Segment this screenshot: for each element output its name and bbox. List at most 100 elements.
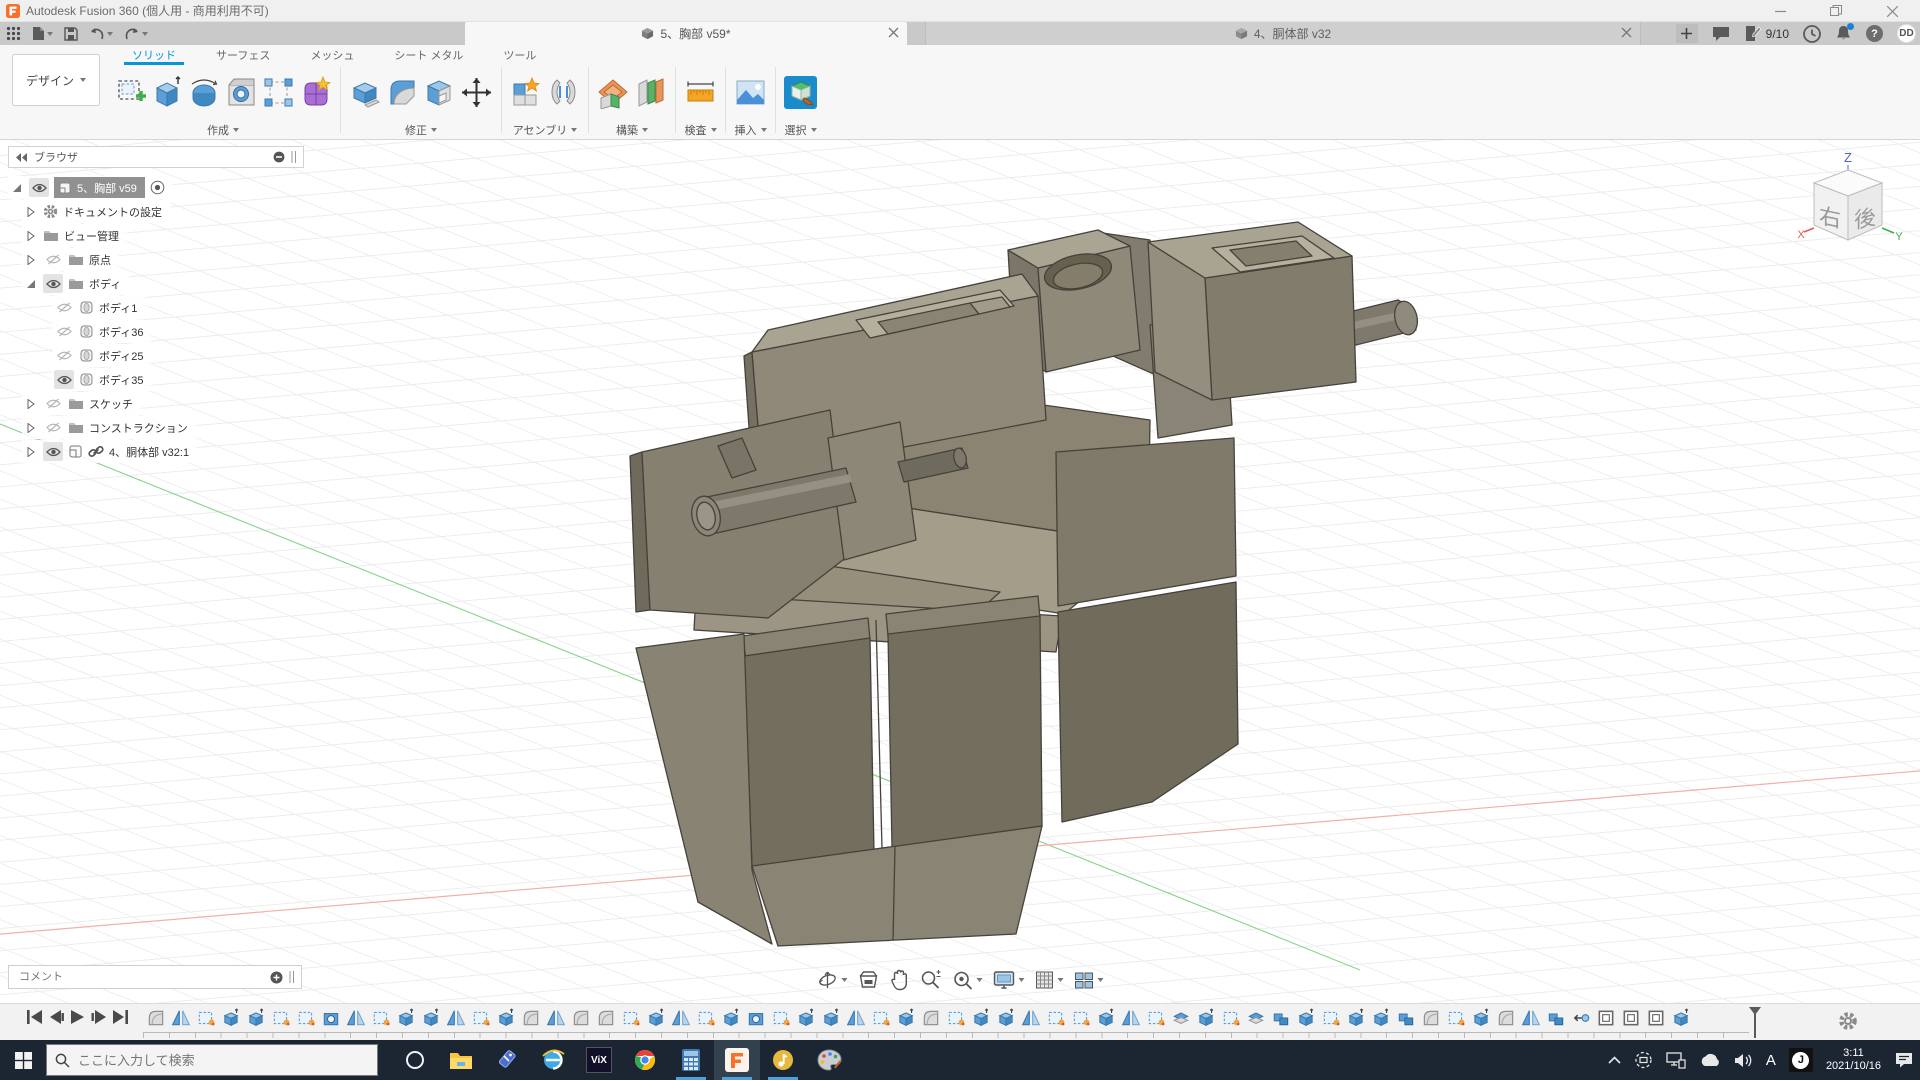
fillet-icon[interactable]: [386, 76, 419, 109]
timeline-feature-sketch[interactable]: [1218, 1007, 1243, 1029]
new-component-icon[interactable]: [510, 76, 543, 109]
create-form-icon[interactable]: [299, 76, 332, 109]
group-label-inspect[interactable]: 検査: [685, 121, 717, 139]
timeline-feature-extrude[interactable]: [243, 1007, 268, 1029]
timeline-feature-mirror[interactable]: [1018, 1007, 1043, 1029]
timeline-feature-sketch[interactable]: [943, 1007, 968, 1029]
visibility-eye-icon[interactable]: [54, 370, 74, 389]
timeline-feature-fillet[interactable]: [918, 1007, 943, 1029]
timeline-feature-extrude[interactable]: [418, 1007, 443, 1029]
taskbar-music-app-button[interactable]: [760, 1040, 806, 1080]
timeline-ruler[interactable]: [143, 1032, 1749, 1038]
visibility-eye-icon[interactable]: [29, 178, 49, 197]
taskbar-tag-app-button[interactable]: [484, 1040, 530, 1080]
comments-icon[interactable]: [1712, 26, 1730, 42]
taskbar-ie-button[interactable]: [530, 1040, 576, 1080]
timeline-feature-extrude[interactable]: [1293, 1007, 1318, 1029]
visibility-eye-icon[interactable]: [43, 442, 63, 461]
model-body[interactable]: [630, 222, 1421, 946]
timeline-feature-sketch[interactable]: [1318, 1007, 1343, 1029]
search-input[interactable]: [78, 1053, 369, 1068]
timeline-feature-shell[interactable]: [1243, 1007, 1268, 1029]
timeline-feature-sketch[interactable]: [368, 1007, 393, 1029]
orbit-tool[interactable]: [817, 969, 848, 991]
redo-button[interactable]: [124, 27, 148, 41]
fit-tool[interactable]: [952, 969, 983, 991]
look-at-tool[interactable]: [858, 970, 880, 990]
timeline-feature-mirror[interactable]: [543, 1007, 568, 1029]
group-label-create[interactable]: 作成: [207, 121, 239, 139]
taskbar-cortana-button[interactable]: [392, 1040, 438, 1080]
add-comment-icon[interactable]: [270, 971, 283, 984]
display-settings[interactable]: [993, 970, 1025, 990]
timeline-feature-sketch[interactable]: [468, 1007, 493, 1029]
timeline-feature-extrude[interactable]: [893, 1007, 918, 1029]
timeline-feature-sketch[interactable]: [268, 1007, 293, 1029]
timeline-step-forward-button[interactable]: [91, 1009, 106, 1025]
timeline-feature-mirror[interactable]: [168, 1007, 193, 1029]
timeline-feature-extrude[interactable]: [393, 1007, 418, 1029]
timeline-feature-mirror[interactable]: [843, 1007, 868, 1029]
timeline-feature-sketch[interactable]: [868, 1007, 893, 1029]
tree-row-named-views[interactable]: ビュー管理: [22, 224, 127, 247]
viewcube[interactable]: Z 右 後 X Y: [1796, 146, 1906, 261]
timeline-feature-sketch[interactable]: [193, 1007, 218, 1029]
tab-document-inactive[interactable]: 4、胴体部 v32: [925, 22, 1641, 45]
expanded-triangle-icon[interactable]: [12, 183, 22, 193]
timeline-feature-extrude[interactable]: [818, 1007, 843, 1029]
expanded-triangle-icon[interactable]: [26, 279, 36, 289]
tree-row-construction[interactable]: コンストラクション: [22, 416, 196, 439]
taskbar-fusion360-button[interactable]: [714, 1040, 760, 1080]
ribbon-tab-surface[interactable]: サーフェス: [196, 46, 290, 63]
grid-settings[interactable]: [1035, 970, 1064, 990]
collapsed-triangle-icon[interactable]: [27, 399, 35, 409]
timeline-feature-extrude[interactable]: [1193, 1007, 1218, 1029]
timeline-feature-extrude[interactable]: [1368, 1007, 1393, 1029]
timeline-feature-fillet[interactable]: [143, 1007, 168, 1029]
notifications-bell-icon[interactable]: [1835, 25, 1852, 42]
timeline-go-start-button[interactable]: [26, 1009, 43, 1025]
viewport-3d[interactable]: ブラウザ 5、胸部 v59: [0, 140, 1920, 1003]
timeline-playhead-marker[interactable]: [1748, 1006, 1762, 1038]
timeline-feature-sketch[interactable]: [1443, 1007, 1468, 1029]
collapsed-triangle-icon[interactable]: [27, 255, 35, 265]
ribbon-tab-mesh[interactable]: メッシュ: [290, 46, 374, 63]
timeline-feature-sketch[interactable]: [1143, 1007, 1168, 1029]
visibility-eye-off-icon[interactable]: [54, 322, 74, 341]
tree-row-origin[interactable]: 原点: [22, 248, 119, 271]
timeline-feature-sketch[interactable]: [1068, 1007, 1093, 1029]
group-label-modify[interactable]: 修正: [405, 121, 437, 139]
collapsed-triangle-icon[interactable]: [27, 231, 35, 241]
group-label-select[interactable]: 選択: [785, 121, 817, 139]
timeline-feature-sketch[interactable]: [293, 1007, 318, 1029]
timeline-feature-mirror[interactable]: [1518, 1007, 1543, 1029]
taskbar-clock[interactable]: 3:11 2021/10/16: [1826, 1047, 1881, 1073]
tab-document-active[interactable]: 5、胸部 v59*: [465, 22, 907, 45]
tray-volume-icon[interactable]: [1734, 1053, 1753, 1068]
tray-app-icon[interactable]: J: [1789, 1048, 1813, 1072]
tray-virtual-desktop-icon[interactable]: [1634, 1051, 1653, 1069]
hole-icon[interactable]: [225, 76, 258, 109]
comment-bar[interactable]: [8, 965, 302, 989]
minimize-button[interactable]: [1752, 0, 1808, 22]
collapse-panel-icon[interactable]: [15, 153, 28, 162]
visibility-eye-off-icon[interactable]: [54, 346, 74, 365]
panel-minimize-icon[interactable]: [273, 151, 285, 163]
press-pull-icon[interactable]: [349, 76, 382, 109]
tray-onedrive-icon[interactable]: [1699, 1053, 1721, 1067]
timeline-play-button[interactable]: [70, 1009, 85, 1025]
collapsed-triangle-icon[interactable]: [27, 423, 35, 433]
document-limit-badge[interactable]: 9/10: [1744, 25, 1789, 42]
timeline-feature-component[interactable]: [1593, 1007, 1618, 1029]
tree-row-body35[interactable]: ボディ35: [52, 368, 151, 391]
taskbar-vix-button[interactable]: ViX: [576, 1040, 622, 1080]
visibility-eye-off-icon[interactable]: [54, 298, 74, 317]
timeline-feature-extrude[interactable]: [993, 1007, 1018, 1029]
shell-icon[interactable]: [423, 76, 456, 109]
close-window-button[interactable]: [1864, 0, 1920, 22]
timeline-feature-fillet[interactable]: [1418, 1007, 1443, 1029]
zoom-tool[interactable]: [920, 969, 942, 991]
timeline-feature-extrude[interactable]: [493, 1007, 518, 1029]
pan-tool[interactable]: [890, 969, 910, 991]
tree-row-body36[interactable]: ボディ36: [52, 320, 151, 343]
